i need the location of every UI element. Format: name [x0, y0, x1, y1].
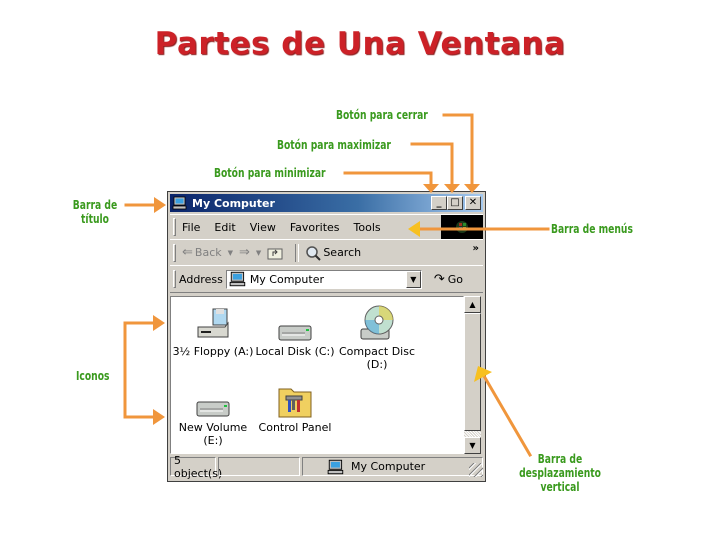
list-item-floppy[interactable]: 3½ Floppy (A:) — [171, 303, 255, 358]
arrowhead-titlebar — [154, 197, 166, 213]
menu-favorites[interactable]: Favorites — [290, 221, 340, 234]
arrow-scrollbar — [481, 373, 533, 458]
floppy-drive-icon — [197, 308, 229, 338]
menu-grip[interactable] — [173, 218, 176, 236]
toolbar-grip[interactable] — [173, 243, 176, 262]
arrow-close — [442, 113, 474, 187]
menu-edit[interactable]: Edit — [214, 221, 235, 234]
up-folder-icon — [267, 248, 283, 259]
menu-tools[interactable]: Tools — [354, 221, 381, 234]
back-dropdown-icon: ▼ — [227, 248, 234, 257]
cd-drive-icon — [360, 305, 394, 340]
page-title: Partes de Una Ventana — [154, 26, 566, 62]
callout-menubar: Barra de menús — [551, 222, 633, 236]
callout-scrollbar-line2: desplazamiento — [519, 466, 601, 480]
close-icon: ✕ — [468, 197, 478, 208]
hard-disk-icon — [278, 325, 312, 341]
address-grip[interactable] — [173, 270, 176, 288]
search-button[interactable]: Search — [305, 245, 361, 261]
address-input[interactable]: My Computer ▼ — [225, 269, 422, 289]
up-folder-button[interactable] — [267, 246, 283, 260]
callout-maximize-button: Botón para maximizar — [277, 138, 391, 152]
item-label: Control Panel — [258, 421, 332, 434]
callout-minimize-button: Botón para minimizar — [214, 166, 326, 180]
computer-icon — [327, 459, 344, 474]
status-count: 5 object(s) — [170, 454, 222, 480]
list-item-new-volume[interactable]: New Volume (E:) — [171, 379, 255, 447]
hard-disk-icon — [196, 401, 230, 417]
close-button[interactable]: ✕ — [465, 196, 481, 210]
arrow-up-icon: ▲ — [469, 300, 476, 309]
address-value: My Computer — [249, 272, 324, 286]
address-bar: Address My Computer ▼ ↷ Go — [170, 265, 483, 293]
callout-icons: Iconos — [76, 369, 110, 383]
callout-close-button: Botón para cerrar — [336, 108, 428, 122]
arrowhead-icons-bottom — [153, 409, 165, 425]
forward-dropdown-icon: ▼ — [255, 248, 262, 257]
scroll-up-button[interactable]: ▲ — [464, 296, 481, 313]
item-label: 3½ Floppy (A:) — [172, 345, 254, 358]
scroll-down-button[interactable]: ▼ — [464, 437, 481, 454]
control-panel-icon — [278, 388, 312, 418]
search-label: Search — [323, 246, 362, 259]
callout-scrollbar: Barra de desplazamiento vertical — [513, 452, 607, 494]
status-bar: 5 object(s) My Computer — [170, 454, 483, 480]
menu-view[interactable]: View — [250, 221, 276, 234]
windows-logo — [441, 215, 483, 239]
status-spacer — [218, 457, 300, 476]
scroll-thumb[interactable] — [464, 313, 481, 431]
go-button[interactable]: ↷ Go — [434, 272, 463, 287]
forward-button[interactable]: ⇒ ▼ — [239, 245, 261, 260]
arrow-minimize — [343, 171, 433, 187]
toolbar-separator — [295, 243, 300, 262]
computer-icon — [229, 271, 246, 287]
item-label: New Volume (E:) — [178, 421, 248, 447]
arrow-icons — [123, 321, 157, 419]
back-button[interactable]: ⇐ Back ▼ — [182, 245, 233, 260]
menu-bar: File Edit View Favorites Tools — [170, 214, 483, 240]
toolbar-more-icon[interactable]: » — [473, 243, 479, 254]
title-bar[interactable]: My Computer _ □ ✕ — [170, 194, 483, 212]
arrow-down-icon: ▼ — [469, 441, 476, 450]
status-zone: My Computer — [302, 457, 483, 476]
go-arrow-icon: ↷ — [433, 271, 445, 287]
vertical-scrollbar[interactable]: ▲ ▼ — [464, 296, 481, 454]
maximize-icon: □ — [450, 197, 460, 208]
callout-titlebar-line1: Barra de — [72, 198, 118, 212]
maximize-button[interactable]: □ — [447, 196, 463, 210]
callout-titlebar: Barra de título — [67, 198, 123, 226]
resize-grip[interactable] — [469, 463, 483, 477]
computer-icon — [172, 196, 188, 210]
forward-arrow-icon: ⇒ — [239, 245, 250, 260]
standard-toolbar: ⇐ Back ▼ ⇒ ▼ Search » — [170, 239, 483, 266]
go-label: Go — [447, 272, 463, 286]
callout-scrollbar-line1: Barra de — [537, 452, 583, 466]
arrow-maximize — [410, 142, 454, 187]
address-label: Address — [179, 272, 223, 286]
item-label: Local Disk (C:) — [255, 345, 335, 358]
list-item-local-disk[interactable]: Local Disk (C:) — [253, 303, 337, 358]
minimize-icon: _ — [436, 197, 442, 208]
back-label: Back — [194, 246, 222, 259]
callout-scrollbar-line3: vertical — [540, 480, 580, 494]
status-zone-label: My Computer — [351, 460, 426, 473]
menu-file[interactable]: File — [182, 221, 200, 234]
back-arrow-icon: ⇐ — [182, 245, 193, 260]
chevron-down-icon: ▼ — [410, 274, 417, 284]
explorer-window: My Computer _ □ ✕ File Edit View Favorit… — [167, 191, 486, 482]
address-dropdown-button[interactable]: ▼ — [405, 270, 421, 288]
arrowhead-icons-top — [153, 315, 165, 331]
search-icon — [306, 245, 322, 261]
minimize-button[interactable]: _ — [431, 196, 447, 210]
item-label: Compact Disc (D:) — [338, 345, 415, 371]
callout-titlebar-line2: título — [81, 212, 109, 226]
list-item-compact-disc[interactable]: Compact Disc (D:) — [335, 303, 419, 371]
content-pane: 3½ Floppy (A:) Local Disk (C:) Compact D… — [170, 296, 464, 454]
list-item-control-panel[interactable]: Control Panel — [253, 379, 337, 434]
window-title: My Computer — [192, 196, 275, 210]
